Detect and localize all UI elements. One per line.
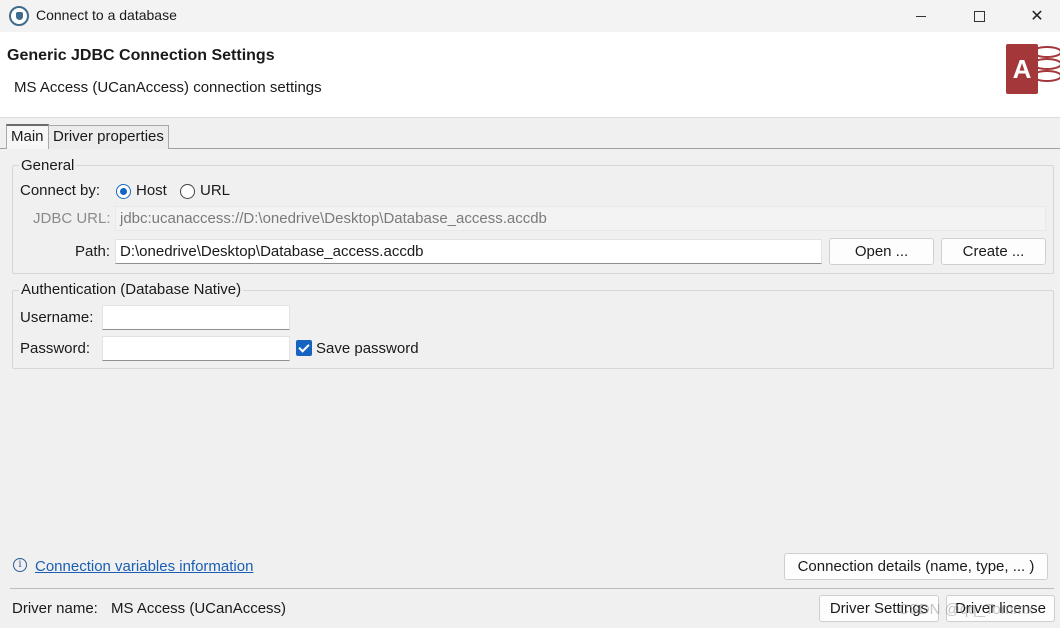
dbeaver-app-icon (9, 6, 29, 26)
connection-details-button[interactable]: Connection details (name, type, ... ) (784, 553, 1048, 580)
minimize-icon (916, 15, 926, 17)
driver-name-label: Driver name: (12, 600, 98, 617)
open-button[interactable]: Open ... (829, 238, 934, 265)
username-label: Username: (20, 309, 94, 326)
footer-divider (10, 588, 1054, 589)
maximize-button[interactable] (950, 0, 1008, 32)
host-radio[interactable] (116, 184, 131, 199)
title-bar: Connect to a database ✕ (0, 0, 1060, 32)
tab-main[interactable]: Main (6, 124, 49, 149)
maximize-icon (973, 10, 985, 22)
password-label: Password: (20, 340, 91, 357)
authentication-group-label: Authentication (Database Native) (19, 281, 244, 298)
close-icon: ✕ (1030, 8, 1044, 25)
path-label: Path: (75, 243, 111, 260)
connect-by-label: Connect by: (20, 182, 101, 199)
save-password-label[interactable]: Save password (316, 340, 419, 357)
jdbc-url-label: JDBC URL: (33, 210, 111, 227)
username-input[interactable] (102, 305, 290, 330)
host-radio-label[interactable]: Host (136, 182, 167, 199)
url-radio-label[interactable]: URL (200, 182, 230, 199)
jdbc-url-field: jdbc:ucanaccess://D:\onedrive\Desktop\Da… (115, 206, 1046, 231)
info-icon: i (13, 558, 27, 572)
create-button[interactable]: Create ... (941, 238, 1046, 265)
path-input[interactable]: D:\onedrive\Desktop\Database_access.accd… (115, 239, 822, 264)
ms-access-logo-icon: A (1006, 44, 1060, 94)
connection-variables-link[interactable]: Connection variables information (35, 558, 253, 575)
watermark: CSDN @qq_Tommx (898, 601, 1034, 618)
save-password-checkbox[interactable] (296, 340, 312, 356)
general-group-label: General (19, 157, 77, 174)
close-button[interactable]: ✕ (1008, 0, 1060, 32)
logo-letter: A (1013, 54, 1032, 84)
tab-driver-properties[interactable]: Driver properties (48, 125, 169, 149)
window-title: Connect to a database (36, 7, 177, 23)
page-subtitle: MS Access (UCanAccess) connection settin… (14, 79, 322, 96)
page-title: Generic JDBC Connection Settings (7, 47, 275, 64)
driver-name-value: MS Access (UCanAccess) (111, 600, 287, 617)
minimize-button[interactable] (892, 0, 950, 32)
password-input[interactable] (102, 336, 290, 361)
wizard-header: Generic JDBC Connection Settings MS Acce… (0, 32, 1060, 118)
tab-bar: Main Driver properties (0, 123, 1060, 149)
url-radio[interactable] (180, 184, 195, 199)
